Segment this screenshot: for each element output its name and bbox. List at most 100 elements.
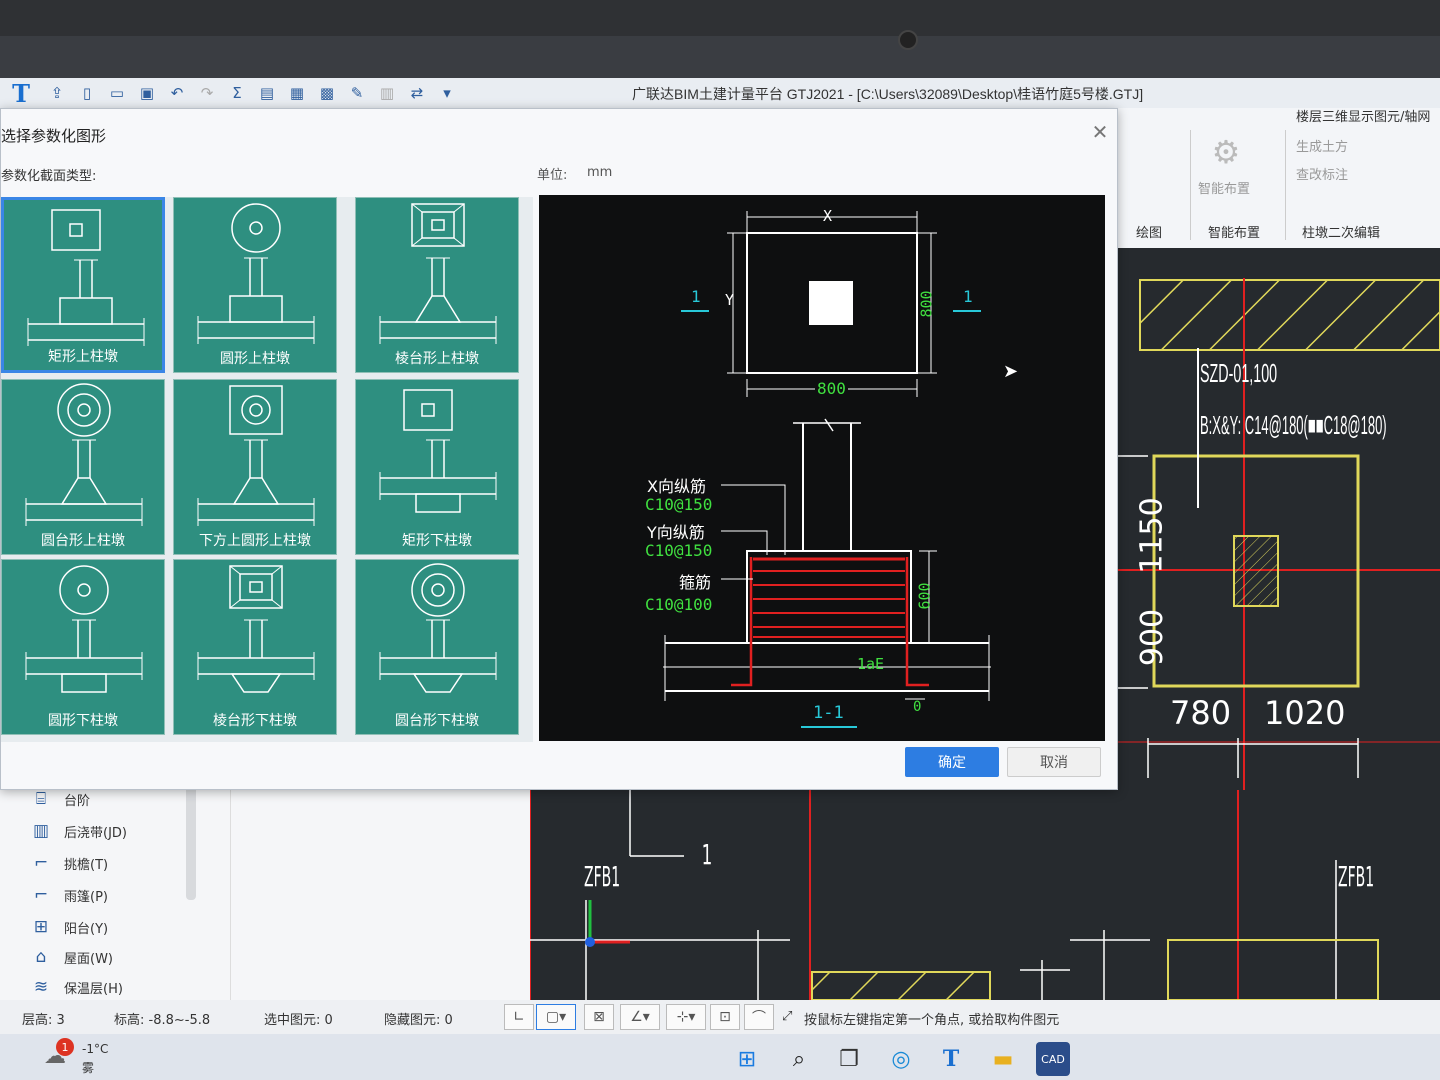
search-icon[interactable]: ⌕ xyxy=(782,1042,816,1076)
cad-drawing-bottom xyxy=(529,790,1379,1001)
new-file-icon[interactable]: ▯ xyxy=(72,82,102,104)
ok-button[interactable]: 确定 xyxy=(905,747,999,777)
mouse-cursor-icon: ➤ xyxy=(1003,361,1019,382)
generate-earthwork-button[interactable]: 生成土方 xyxy=(1296,136,1348,155)
file-explorer-icon[interactable]: ▬ xyxy=(986,1042,1020,1076)
status-selected: 选中图元: 0 xyxy=(264,1013,333,1028)
cad-zfb-right: ZFB1 xyxy=(1338,860,1375,893)
angle-icon[interactable]: ∠▾ xyxy=(620,1004,660,1030)
select-box-icon[interactable]: ▢▾ xyxy=(536,1004,576,1030)
snap-icon[interactable]: ⊹▾ xyxy=(666,1004,706,1030)
open-folder-icon[interactable]: ▭ xyxy=(102,82,132,104)
undo-icon[interactable]: ↶ xyxy=(162,82,192,104)
y-rebar-label: Y向纵筋 xyxy=(647,523,705,542)
canopy-icon: ⌐ xyxy=(33,885,49,905)
status-bar: 层高: 3 标高: -8.8~-5.8 选中图元: 0 隐藏图元: 0 ∟ ▢▾… xyxy=(0,1000,1440,1034)
parametric-shape-dialog: 选择参数化图形 ✕ 参数化截面类型: 单位: mm 矩形上柱墩 圆形上柱墩 棱台形上… xyxy=(0,108,1118,790)
cad-canvas-bottom[interactable]: 1 ZFB1 ZFB1 xyxy=(529,790,1440,1001)
save-icon[interactable]: ▣ xyxy=(132,82,162,104)
shape-tile-label: 矩形上柱墩 xyxy=(48,349,118,365)
cross-select-icon[interactable]: ⊠ xyxy=(584,1004,614,1030)
roof-icon: ⌂ xyxy=(35,947,47,967)
cad-label-rebar: B:X&Y: C14@180(■■C18@180) xyxy=(1200,410,1387,440)
tree-item-post-pour[interactable]: ▥ 后浇带(JD) xyxy=(30,820,127,842)
dialog-title: 选择参数化图形 xyxy=(1,127,107,145)
steps-icon: ⌸ xyxy=(35,789,47,809)
tree-item-roof[interactable]: ⌂ 屋面(W) xyxy=(30,946,113,968)
tree-item-canopy[interactable]: ⌐ 雨篷(P) xyxy=(30,884,108,906)
more-icon[interactable]: ▾ xyxy=(432,82,462,104)
export-icon[interactable]: ⇄ xyxy=(402,82,432,104)
arc-icon[interactable]: ⌒ xyxy=(744,1004,774,1030)
component-tree-scrollbar[interactable] xyxy=(186,780,196,900)
expand-icon: ⤢ xyxy=(782,1009,793,1024)
ribbon-separator xyxy=(1190,130,1191,240)
report-icon[interactable]: ▤ xyxy=(252,82,282,104)
dim-x: X xyxy=(823,207,833,225)
tree-item-label: 后浇带(JD) xyxy=(64,825,127,841)
taskbar xyxy=(0,1034,1440,1080)
shape-preview: X Y 800 800 1 1 X向纵筋 C10@150 Y向纵筋 C10@15… xyxy=(539,195,1105,741)
app-logo-icon[interactable]: T xyxy=(0,78,42,108)
sum-icon[interactable]: Σ xyxy=(222,82,252,104)
cad-dim-780: 780 xyxy=(1170,694,1232,732)
tree-item-steps[interactable]: ⌸ 台阶 xyxy=(30,788,90,810)
edit-icon[interactable]: ✎ xyxy=(342,82,372,104)
dim-y: Y xyxy=(725,291,735,309)
shape-tile-label: 圆台形上柱墩 xyxy=(41,533,125,549)
status-floor-height: 层高: 3 xyxy=(22,1013,65,1028)
shape-tile[interactable]: 棱台形下柱墩 xyxy=(173,559,337,735)
ribbon-right-title[interactable]: 楼层三维显示图元/轴网 xyxy=(1296,106,1430,125)
ortho-icon[interactable]: ∟ xyxy=(504,1004,534,1030)
tree-item-label: 挑檐(T) xyxy=(64,857,109,873)
column-icon[interactable]: ▥ xyxy=(372,82,402,104)
edge-browser-icon[interactable]: ◎ xyxy=(884,1042,918,1076)
close-icon[interactable]: ✕ xyxy=(1087,119,1113,145)
section-type-label: 参数化截面类型: xyxy=(1,169,97,184)
import-icon[interactable]: ⇪ xyxy=(42,82,72,104)
shape-tile-label: 圆形下柱墩 xyxy=(48,713,118,729)
start-menu-icon[interactable]: ⊞ xyxy=(730,1042,764,1076)
cad-app-icon[interactable]: CAD xyxy=(1036,1042,1070,1076)
cad-axis-1: 1 xyxy=(701,838,713,871)
shape-tile-label: 棱台形下柱墩 xyxy=(213,713,297,729)
tree-item-balcony[interactable]: ⊞ 阳台(Y) xyxy=(30,916,108,938)
x-rebar-value: C10@150 xyxy=(645,495,713,514)
shape-tile[interactable]: 圆台形下柱墩 xyxy=(355,559,519,735)
shape-grid: 矩形上柱墩 圆形上柱墩 棱台形上柱墩圆台形上柱墩 下方上圆形上柱墩 矩形下柱墩圆形下柱墩… xyxy=(1,197,533,742)
shape-tile-label: 棱台形上柱墩 xyxy=(395,351,479,367)
post-pour-icon: ▥ xyxy=(32,821,50,841)
smart-layout-button[interactable]: 智能布置 xyxy=(1198,178,1250,197)
shape-tile[interactable]: 圆台形上柱墩 xyxy=(1,379,165,555)
cancel-button[interactable]: 取消 xyxy=(1007,747,1101,777)
cad-zfb-left: ZFB1 xyxy=(584,860,621,893)
weather-temperature: -1°C xyxy=(82,1042,109,1056)
tree-item-insulation[interactable]: ≋ 保温层(H) xyxy=(30,976,123,998)
ribbon-group-smart-layout: 智能布置 xyxy=(1208,226,1261,241)
height-dim: 600 xyxy=(915,582,934,610)
shape-tile[interactable]: 矩形上柱墩 xyxy=(1,197,165,373)
app-titlebar: T ⇪ ▯ ▭ ▣ ↶ ↷ Σ ▤ ▦ ▩ ✎ ▥ ⇄ ▾ 广联达BIM土建计量… xyxy=(0,78,1440,108)
shape-tile[interactable]: 棱台形上柱墩 xyxy=(355,197,519,373)
tree-item-label: 阳台(Y) xyxy=(64,921,109,937)
gtj-app-icon[interactable]: T xyxy=(934,1042,968,1076)
status-hint: 按鼠标左键指定第一个角点, 或拾取构件图元 xyxy=(804,1013,1060,1028)
cad-dim-1020: 1020 xyxy=(1264,694,1346,732)
shape-tile[interactable]: 圆形下柱墩 xyxy=(1,559,165,735)
smart-layout-icon[interactable]: ⚙ xyxy=(1206,132,1246,172)
task-view-icon[interactable]: ❐ xyxy=(832,1042,866,1076)
monitor-bezel-top xyxy=(0,0,1440,36)
shape-tile[interactable]: 矩形下柱墩 xyxy=(355,379,519,555)
redo-icon[interactable]: ↷ xyxy=(192,82,222,104)
table-icon[interactable]: ▦ xyxy=(282,82,312,104)
view-annotation-button[interactable]: 查改标注 xyxy=(1296,164,1348,183)
dynamic-input-icon[interactable]: ⊡ xyxy=(710,1004,740,1030)
tree-item-cantilever[interactable]: ⌐ 挑檐(T) xyxy=(30,852,108,874)
tree-item-label: 屋面(W) xyxy=(64,951,113,967)
tree-item-label: 台阶 xyxy=(64,793,91,809)
grid-icon[interactable]: ▩ xyxy=(312,82,342,104)
section-mark-right: 1 xyxy=(963,287,973,306)
shape-tile[interactable]: 圆形上柱墩 xyxy=(173,197,337,373)
dim-800-bottom: 800 xyxy=(815,379,848,398)
shape-tile[interactable]: 下方上圆形上柱墩 xyxy=(173,379,337,555)
